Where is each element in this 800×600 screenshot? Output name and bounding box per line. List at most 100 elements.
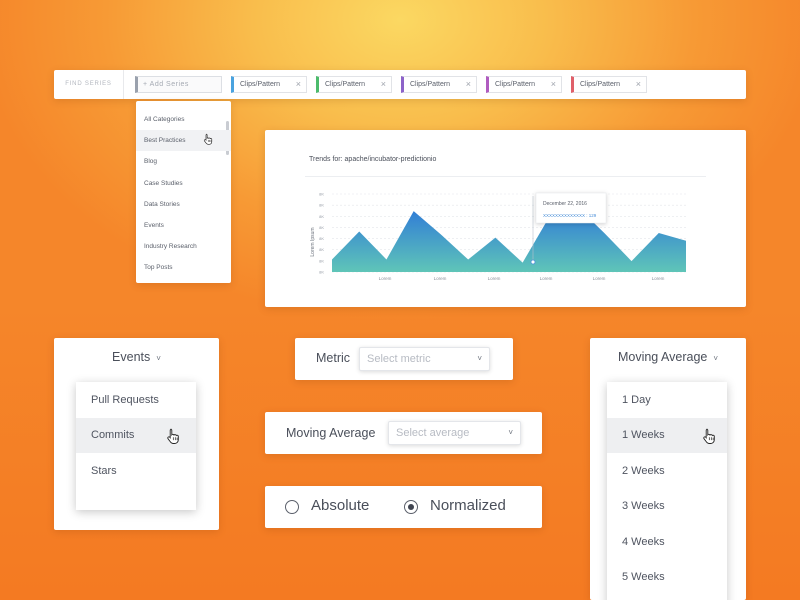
chevron-down-icon: ˅	[477, 354, 482, 363]
close-icon[interactable]: ×	[636, 80, 641, 89]
category-label: Blog	[144, 158, 158, 166]
series-chip[interactable]: Clips/Pattern ×	[571, 76, 647, 93]
events-header[interactable]: Events ˅	[54, 350, 219, 364]
moving-average-item[interactable]: 5 Weeks	[607, 560, 727, 596]
x-tick-label: Lorem	[379, 276, 392, 281]
events-menu: Pull Requests Commits Stars	[76, 382, 196, 510]
category-item[interactable]: Top Posts	[136, 257, 231, 278]
events-item-label: Stars	[91, 464, 117, 477]
category-item[interactable]: Blog	[136, 151, 231, 172]
category-label: Top Posts	[144, 264, 173, 272]
category-item[interactable]: Industry Research	[136, 236, 231, 257]
category-dropdown: All Categories Best Practices Blog Case Stu…	[136, 101, 231, 283]
category-label: Case Studies	[144, 179, 183, 187]
chevron-down-icon: ˅	[156, 354, 161, 363]
metric-card: Metric Select metric ˅	[295, 338, 513, 380]
category-label: Best Practices	[144, 137, 186, 145]
events-item[interactable]: Stars	[76, 453, 196, 489]
x-tick-label: Lorem	[652, 276, 665, 281]
close-icon[interactable]: ×	[466, 80, 471, 89]
metric-select[interactable]: Select metric ˅	[359, 347, 490, 371]
x-tick-label: Lorem	[540, 276, 553, 281]
events-card: Events ˅ Pull Requests Commits Stars	[54, 338, 219, 530]
moving-average-item-label: 5 Weeks	[622, 571, 665, 584]
category-label: All Categories	[144, 116, 185, 124]
series-chip[interactable]: Clips/Pattern ×	[401, 76, 477, 93]
y-tick-label: 8K	[319, 236, 324, 241]
hand-cursor-icon	[203, 133, 213, 145]
events-item[interactable]: Pull Requests	[76, 382, 196, 418]
y-tick-label: 8K	[319, 258, 324, 263]
moving-average-item[interactable]: 1 Weeks	[607, 417, 727, 453]
tooltip-date: December 22, 2016	[543, 201, 587, 207]
close-icon[interactable]: ×	[296, 80, 301, 89]
moving-average-item-label: 1 Weeks	[622, 429, 665, 442]
moving-average-menu-card: Moving Average ˅ 1 Day 1 Weeks 2 Weeks 3 Wee…	[590, 338, 746, 600]
moving-average-item[interactable]: 3 Weeks	[607, 489, 727, 525]
category-label: Events	[144, 222, 164, 230]
moving-average-field-card: Moving Average Select average ˅	[265, 412, 542, 454]
y-tick-label: 8K	[319, 214, 324, 219]
metric-label: Metric	[316, 351, 351, 365]
moving-average-menu: 1 Day 1 Weeks 2 Weeks 3 Weeks 4 Weeks 5 Weeks	[607, 382, 727, 600]
series-chip[interactable]: Clips/Pattern ×	[486, 76, 562, 93]
series-toolbar: FIND SERIES + Add Series Clips/Pattern × C…	[54, 70, 746, 99]
category-item[interactable]: Case Studies	[136, 173, 231, 194]
close-icon[interactable]: ×	[551, 80, 556, 89]
moving-average-item-label: 2 Weeks	[622, 464, 665, 477]
chip-label: Clips/Pattern	[410, 81, 451, 88]
series-chip[interactable]: Clips/Pattern ×	[316, 76, 392, 93]
radio-absolute[interactable]	[285, 500, 299, 514]
hand-cursor-icon	[166, 428, 180, 444]
close-icon[interactable]: ×	[381, 80, 386, 89]
category-label: Data Stories	[144, 200, 180, 208]
series-chip[interactable]: Clips/Pattern ×	[231, 76, 307, 93]
moving-average-item[interactable]: 1 Day	[607, 382, 727, 418]
chip-label: Clips/Pattern	[580, 81, 621, 88]
moving-average-item-label: 4 Weeks	[622, 535, 665, 548]
moving-average-select[interactable]: Select average ˅	[388, 421, 521, 445]
y-tick-label: 8K	[319, 225, 324, 230]
chip-label: Clips/Pattern	[240, 81, 281, 88]
chevron-down-icon: ˅	[508, 428, 513, 437]
category-item[interactable]: Data Stories	[136, 194, 231, 215]
moving-average-item[interactable]: 4 Weeks	[607, 524, 727, 560]
radio-label-normalized[interactable]: Normalized	[430, 497, 506, 514]
category-label: Industry Research	[144, 243, 197, 251]
moving-average-item[interactable]: 2 Weeks	[607, 453, 727, 489]
find-series-label: FIND SERIES	[54, 70, 124, 99]
moving-average-header[interactable]: Moving Average ˅	[590, 350, 746, 364]
hover-point[interactable]	[530, 259, 536, 265]
category-item[interactable]: Best Practices	[136, 130, 231, 152]
x-tick-label: Lorem	[434, 276, 447, 281]
category-item[interactable]: All Categories	[136, 109, 231, 130]
category-item[interactable]: Events	[136, 215, 231, 236]
trend-chart: 8K 8K 8K 8K 8K 8K 8K 8K Lorem Lorem Lorem Lorem Lor…	[310, 192, 686, 281]
tooltip-value: XXXXXXXXXXXXXX : 129	[543, 213, 597, 218]
chip-label: Clips/Pattern	[495, 81, 536, 88]
moving-average-item-label: 1 Day	[622, 393, 651, 406]
y-tick-label: 8K	[319, 270, 324, 275]
trend-chart-card: Trends for: apache/incubator-predictioni…	[265, 130, 746, 307]
events-item-label: Pull Requests	[91, 393, 159, 406]
moving-average-title: Moving Average	[617, 350, 708, 364]
series-chips: Clips/Pattern × Clips/Pattern × Clips/Patter…	[222, 76, 647, 93]
y-tick-label: 8K	[319, 192, 324, 197]
events-item[interactable]: Commits	[76, 417, 196, 453]
add-series-input[interactable]: + Add Series	[135, 76, 222, 93]
y-tick-label: 8K	[319, 203, 324, 208]
moving-average-label: Moving Average	[286, 426, 376, 440]
y-tick-label: 8K	[319, 247, 324, 252]
hand-cursor-icon	[702, 428, 716, 444]
metric-placeholder: Select metric	[367, 353, 431, 365]
x-tick-label: Lorem	[488, 276, 501, 281]
chip-label: Clips/Pattern	[325, 81, 366, 88]
y-axis-label: Lorem Ipsum	[310, 227, 316, 256]
moving-average-placeholder: Select average	[396, 427, 470, 439]
moving-average-item-label: 3 Weeks	[622, 500, 665, 513]
x-tick-label: Lorem	[593, 276, 606, 281]
radio-label-absolute[interactable]: Absolute	[311, 497, 369, 514]
radio-normalized[interactable]	[404, 500, 418, 514]
scale-toggle-card: Absolute Normalized	[265, 486, 542, 528]
events-item-label: Commits	[91, 429, 135, 442]
